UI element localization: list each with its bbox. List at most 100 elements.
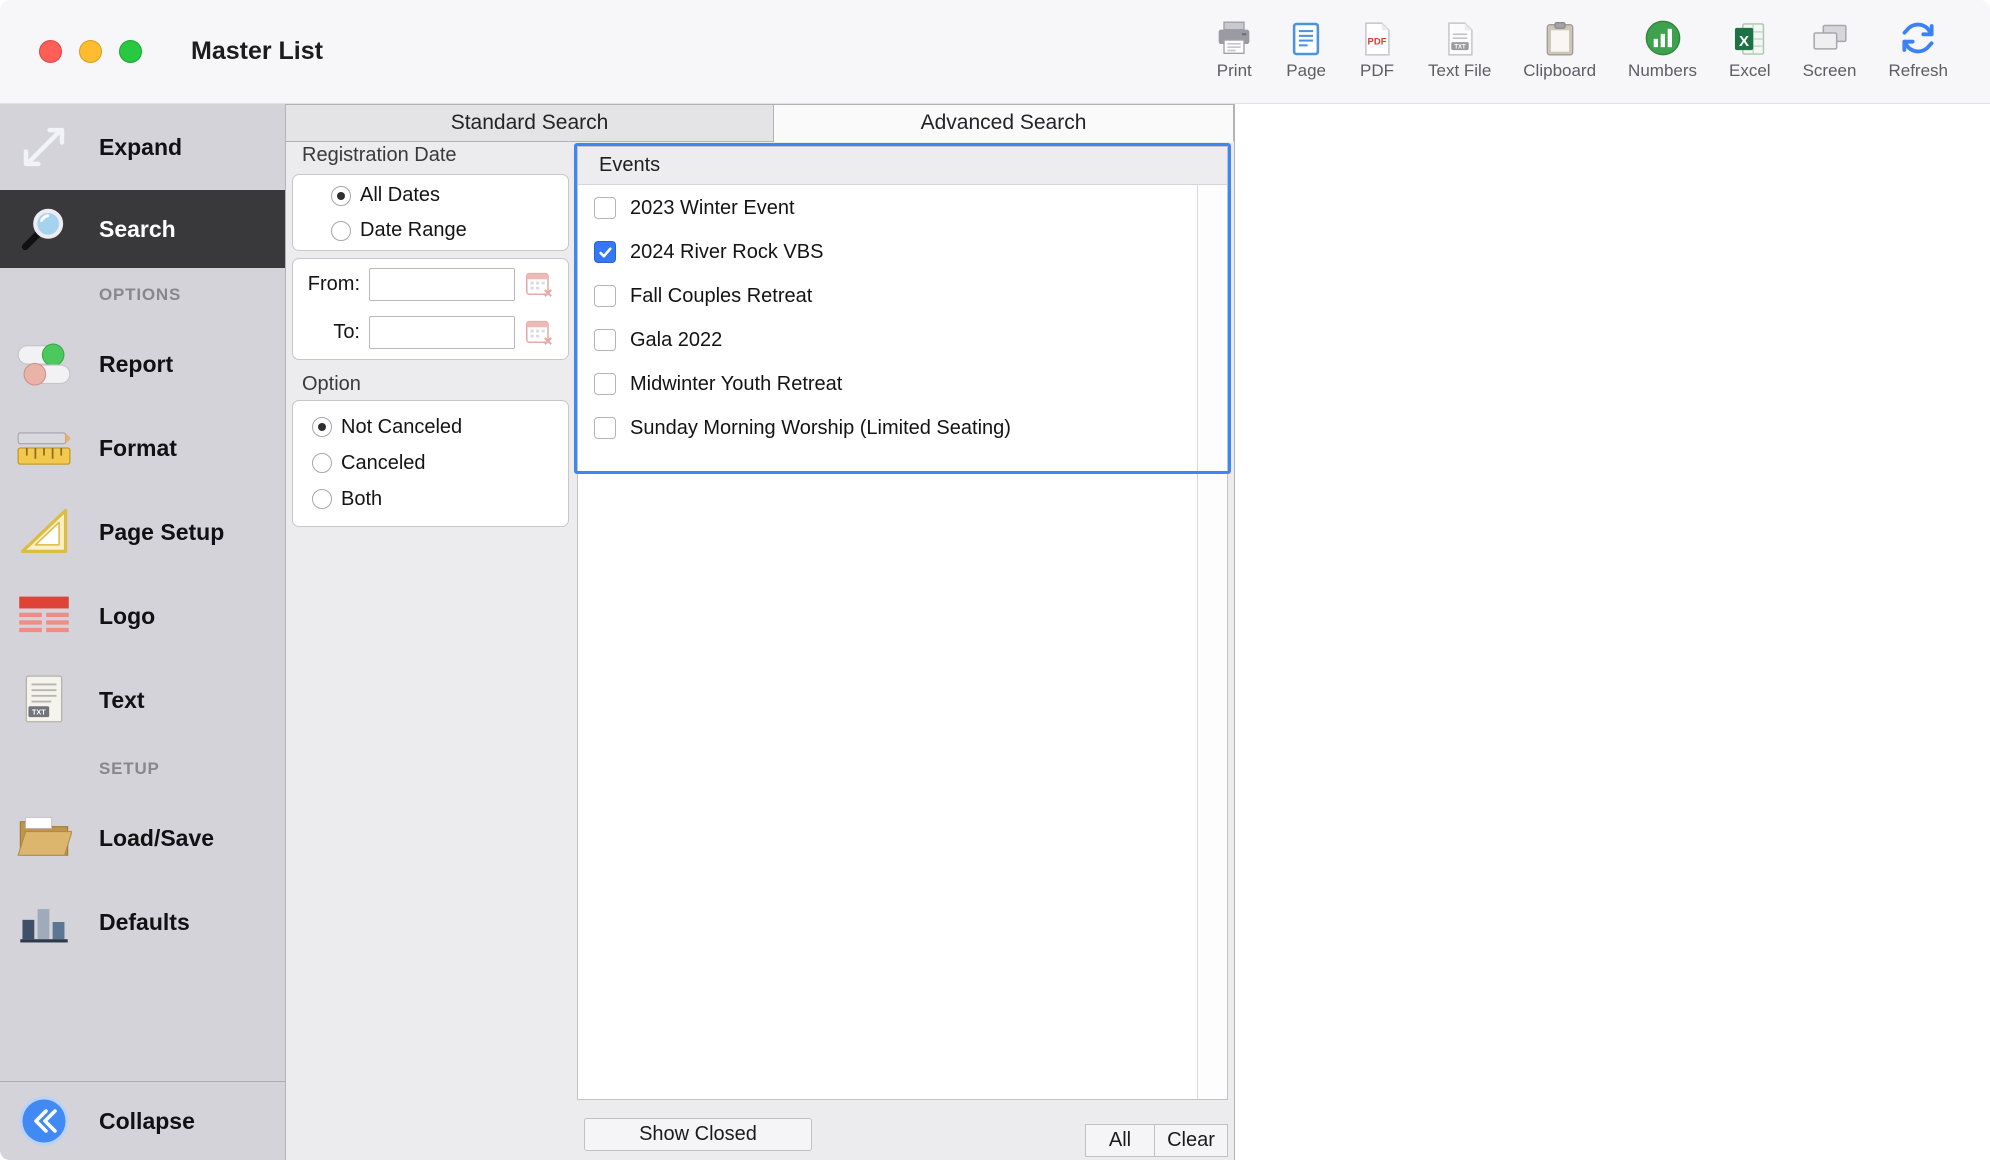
sidebar-expand-label: Expand <box>99 134 182 161</box>
clear-selection-button[interactable]: Clear <box>1154 1124 1228 1157</box>
bar-chart-icon <box>13 896 75 948</box>
master-list-window: Master List Print Page PDF PDF <box>0 0 1990 1160</box>
toolbar-screen-button[interactable]: Screen <box>1787 14 1873 81</box>
sidebar-logo-label: Logo <box>99 603 155 630</box>
svg-text:TXT: TXT <box>32 708 46 717</box>
toolbar-print-button[interactable]: Print <box>1198 14 1270 81</box>
not-canceled-radio[interactable] <box>312 417 332 437</box>
canceled-option[interactable]: Canceled <box>293 445 568 481</box>
sidebar-item-format[interactable]: Format <box>0 406 285 490</box>
canceled-radio[interactable] <box>312 453 332 473</box>
option-title: Option <box>302 373 361 396</box>
minimize-window-button[interactable] <box>79 40 102 63</box>
sidebar-collapse-label: Collapse <box>99 1108 195 1135</box>
sidebar-item-expand[interactable]: Expand <box>0 104 285 190</box>
registration-date-title: Registration Date <box>302 144 457 167</box>
sidebar-item-report[interactable]: Report <box>0 322 285 406</box>
folder-icon <box>13 812 75 864</box>
close-window-button[interactable] <box>39 40 62 63</box>
event-checkbox[interactable] <box>594 241 616 263</box>
not-canceled-option[interactable]: Not Canceled <box>293 409 568 445</box>
event-label: Fall Couples Retreat <box>630 285 812 308</box>
from-label: From: <box>293 273 360 296</box>
clipboard-icon <box>1541 14 1579 58</box>
toolbar-numbers-button[interactable]: Numbers <box>1612 14 1713 81</box>
toolbar-page-button[interactable]: Page <box>1270 14 1342 81</box>
sidebar-load-save-label: Load/Save <box>99 825 214 852</box>
events-list-box: Events 2023 Winter Event 2024 River Rock… <box>577 146 1228 1100</box>
sidebar-item-search[interactable]: Search <box>0 190 285 268</box>
event-label: Midwinter Youth Retreat <box>630 373 842 396</box>
window-body: Expand Search OPTIONS Report Format <box>0 104 1990 1160</box>
event-checkbox[interactable] <box>594 285 616 307</box>
toolbar-refresh-label: Refresh <box>1888 61 1948 81</box>
events-scrollbar[interactable] <box>1197 185 1227 1099</box>
all-dates-radio[interactable] <box>331 186 351 206</box>
sidebar-item-text[interactable]: TXT Text <box>0 658 285 742</box>
canceled-label: Canceled <box>341 452 426 475</box>
txt-file-icon: TXT <box>1441 14 1479 58</box>
event-checkbox[interactable] <box>594 197 616 219</box>
sidebar: Expand Search OPTIONS Report Format <box>0 104 286 1160</box>
event-checkbox[interactable] <box>594 417 616 439</box>
toolbar-screen-label: Screen <box>1803 61 1857 81</box>
advanced-search-content: Registration Date All Dates Date Range F… <box>286 142 1234 1160</box>
from-calendar-button[interactable] <box>523 268 553 301</box>
event-row[interactable]: Sunday Morning Worship (Limited Seating) <box>578 406 1227 450</box>
event-checkbox[interactable] <box>594 329 616 351</box>
event-row[interactable]: Midwinter Youth Retreat <box>578 362 1227 406</box>
toolbar-excel-label: Excel <box>1729 61 1771 81</box>
toolbar-excel-button[interactable]: X Excel <box>1713 14 1787 81</box>
toolbar-pdf-button[interactable]: PDF PDF <box>1342 14 1412 81</box>
search-tabbar: Standard Search Advanced Search <box>286 104 1234 142</box>
both-radio[interactable] <box>312 489 332 509</box>
sidebar-spacer <box>0 964 285 1081</box>
select-buttons: All Clear <box>1085 1124 1228 1157</box>
calendar-icon <box>523 268 553 301</box>
date-range-radio[interactable] <box>331 221 351 241</box>
sidebar-item-load-save[interactable]: Load/Save <box>0 796 285 880</box>
titlebar: Master List Print Page PDF PDF <box>0 0 1990 104</box>
toolbar-refresh-button[interactable]: Refresh <box>1872 14 1964 81</box>
to-label: To: <box>293 321 360 344</box>
events-header: Events <box>578 147 1227 185</box>
to-calendar-button[interactable] <box>523 316 553 349</box>
sidebar-item-page-setup[interactable]: Page Setup <box>0 490 285 574</box>
checkmark-icon <box>598 245 613 260</box>
tab-standard-search[interactable]: Standard Search <box>286 104 774 142</box>
all-dates-option[interactable]: All Dates <box>293 178 568 213</box>
refresh-icon <box>1898 14 1938 58</box>
event-checkbox[interactable] <box>594 373 616 395</box>
calendar-icon <box>523 316 553 349</box>
svg-text:X: X <box>1739 32 1749 49</box>
both-option[interactable]: Both <box>293 481 568 517</box>
sidebar-defaults-label: Defaults <box>99 909 190 936</box>
show-closed-button[interactable]: Show Closed <box>584 1118 812 1151</box>
toolbar-page-label: Page <box>1286 61 1326 81</box>
expand-icon <box>13 120 75 174</box>
event-row[interactable]: Gala 2022 <box>578 318 1227 362</box>
event-label: Gala 2022 <box>630 329 722 352</box>
select-all-button[interactable]: All <box>1085 1124 1155 1157</box>
from-date-input[interactable] <box>369 268 515 301</box>
date-range-option[interactable]: Date Range <box>293 213 568 248</box>
sidebar-setup-header: SETUP <box>0 742 285 796</box>
option-group: Not Canceled Canceled Both <box>292 400 569 527</box>
sidebar-format-label: Format <box>99 435 177 462</box>
sidebar-item-logo[interactable]: Logo <box>0 574 285 658</box>
zoom-window-button[interactable] <box>119 40 142 63</box>
results-pane <box>1235 104 1990 1160</box>
event-row[interactable]: 2024 River Rock VBS <box>578 230 1227 274</box>
toolbar-pdf-label: PDF <box>1360 61 1394 81</box>
text-doc-icon: TXT <box>13 673 75 727</box>
sidebar-item-defaults[interactable]: Defaults <box>0 880 285 964</box>
event-row[interactable]: Fall Couples Retreat <box>578 274 1227 318</box>
all-dates-label: All Dates <box>360 184 440 207</box>
event-row[interactable]: 2023 Winter Event <box>578 186 1227 230</box>
sidebar-report-label: Report <box>99 351 173 378</box>
toolbar-text-file-button[interactable]: TXT Text File <box>1412 14 1507 81</box>
to-date-input[interactable] <box>369 316 515 349</box>
sidebar-item-collapse[interactable]: Collapse <box>0 1081 285 1160</box>
toolbar-clipboard-button[interactable]: Clipboard <box>1507 14 1612 81</box>
tab-advanced-search[interactable]: Advanced Search <box>774 104 1234 142</box>
